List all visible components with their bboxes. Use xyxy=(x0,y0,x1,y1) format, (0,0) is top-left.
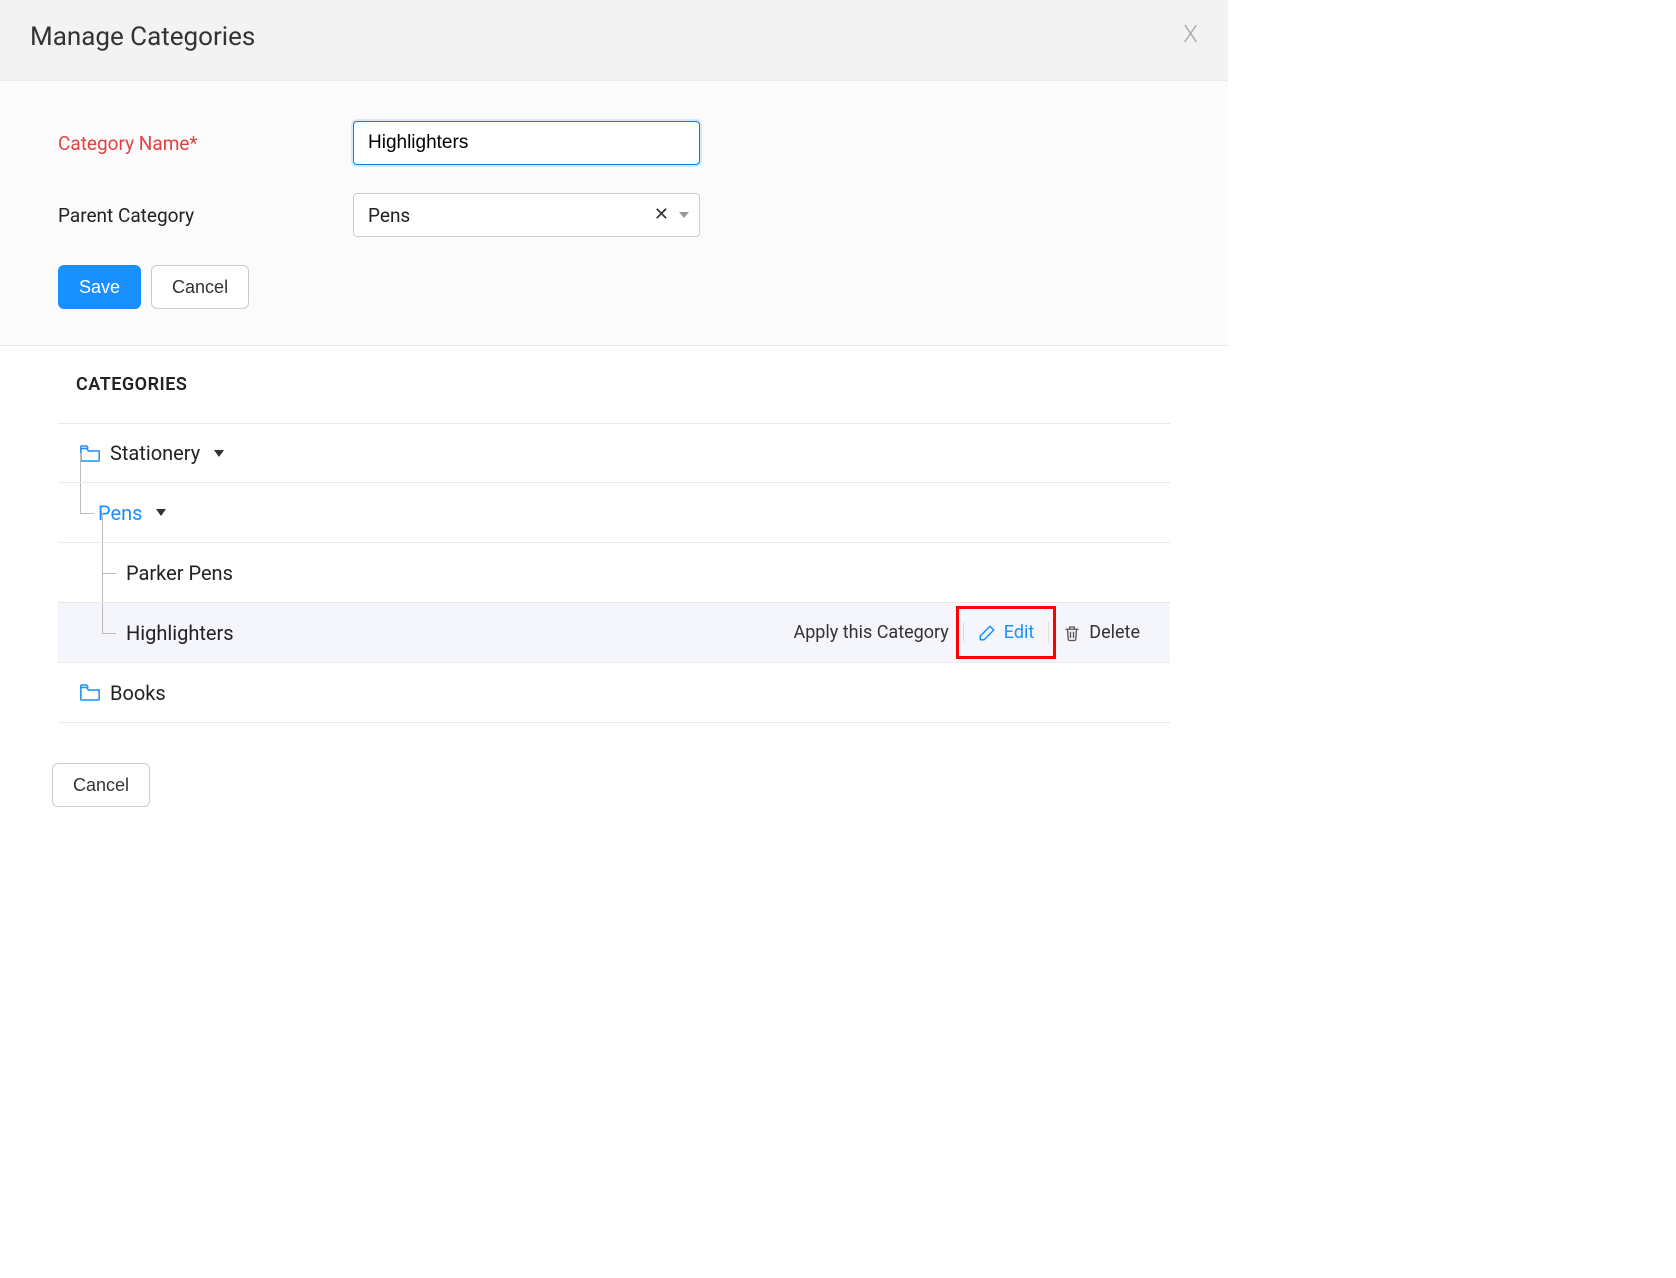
tree-label: Stationery xyxy=(110,441,200,465)
tree-row-stationery[interactable]: Stationery xyxy=(58,423,1170,483)
chevron-down-icon xyxy=(679,210,689,220)
row-actions: Apply this Category Edit Delete xyxy=(779,622,1154,643)
delete-button[interactable]: Delete xyxy=(1048,622,1154,643)
modal-header: Manage Categories X xyxy=(0,0,1228,81)
tree-row-pens[interactable]: Pens xyxy=(58,483,1170,543)
category-form: Category Name* Parent Category Pens ✕ Sa… xyxy=(0,81,1228,345)
footer-cancel-button[interactable]: Cancel xyxy=(52,763,150,807)
manage-categories-modal: Manage Categories X Category Name* Paren… xyxy=(0,0,1228,847)
tree-row-parker-pens[interactable]: Parker Pens xyxy=(58,543,1170,603)
parent-category-row: Parent Category Pens ✕ xyxy=(58,193,1170,237)
tree-label: Parker Pens xyxy=(126,561,233,585)
clear-icon[interactable]: ✕ xyxy=(648,206,675,224)
categories-heading: CATEGORIES xyxy=(58,374,1170,395)
parent-category-label: Parent Category xyxy=(58,204,353,227)
tree-label: Books xyxy=(110,681,166,705)
categories-section: CATEGORIES Stationery xyxy=(0,346,1228,763)
category-name-row: Category Name* xyxy=(58,121,1170,165)
cancel-button[interactable]: Cancel xyxy=(151,265,249,309)
trash-icon xyxy=(1063,624,1081,642)
parent-category-value: Pens xyxy=(368,204,648,227)
category-name-input[interactable] xyxy=(353,121,700,165)
close-icon[interactable]: X xyxy=(1183,20,1198,48)
delete-label: Delete xyxy=(1089,622,1140,643)
save-button[interactable]: Save xyxy=(58,265,141,309)
modal-title: Manage Categories xyxy=(30,22,255,52)
caret-down-icon xyxy=(156,509,166,516)
modal-footer: Cancel xyxy=(0,763,1228,847)
tree-label: Highlighters xyxy=(126,621,234,645)
tree-label: Pens xyxy=(98,501,142,525)
caret-down-icon xyxy=(214,450,224,457)
apply-category-button[interactable]: Apply this Category xyxy=(779,622,962,643)
form-button-row: Save Cancel xyxy=(58,265,1170,309)
tree-row-books[interactable]: Books xyxy=(58,663,1170,723)
folder-icon xyxy=(80,445,100,462)
category-name-label: Category Name* xyxy=(58,132,353,155)
tree-row-highlighters[interactable]: Highlighters Apply this Category Edit De… xyxy=(58,603,1170,663)
folder-icon xyxy=(80,684,100,701)
parent-category-select[interactable]: Pens ✕ xyxy=(353,193,700,237)
edit-button[interactable]: Edit xyxy=(963,622,1048,643)
highlight-annotation xyxy=(956,606,1056,659)
